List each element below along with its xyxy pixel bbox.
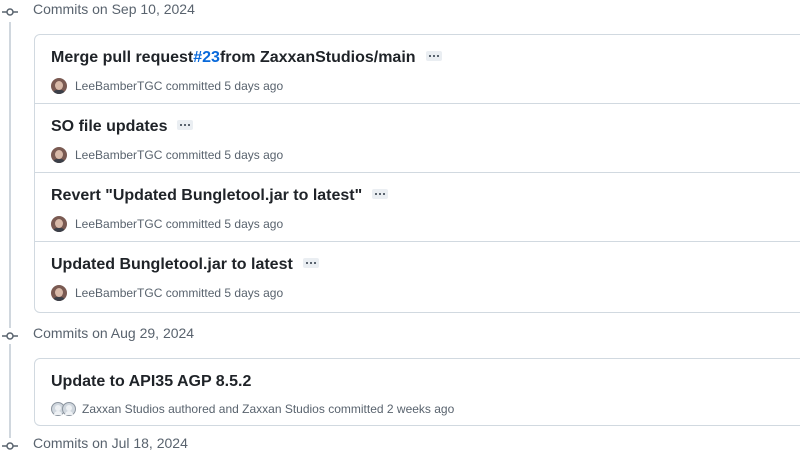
user-avatar[interactable] (51, 147, 67, 163)
commit-meta: LeeBamberTGC committed 5 days ago (51, 78, 283, 94)
commit-row: Merge pull request #23 from ZaxxanStudio… (35, 35, 800, 104)
commit-title-text[interactable]: Update to API35 AGP 8.5.2 (51, 373, 251, 391)
git-commit-icon (0, 328, 20, 344)
commit-action: committed (165, 286, 222, 300)
commit-row: Revert "Updated Bungletool.jar to latest… (35, 173, 800, 242)
commit-title-text[interactable]: Revert "Updated Bungletool.jar to latest… (51, 187, 362, 205)
commit-author[interactable]: LeeBamberTGC (75, 217, 162, 231)
commit-row: SO file updates LeeBamberTGC committed 5… (35, 104, 800, 173)
commit-action: committed (165, 79, 222, 93)
commit-meta: LeeBamberTGC committed 5 days ago (51, 285, 283, 301)
user-avatar[interactable] (62, 402, 76, 416)
commit-group-date: Commits on Sep 10, 2024 (33, 1, 195, 17)
commit-action: committed (165, 148, 222, 162)
commit-list: Update to API35 AGP 8.5.2 Zaxxan Studios… (34, 358, 800, 426)
commit-list: Merge pull request #23 from ZaxxanStudio… (34, 34, 800, 313)
commit-committer[interactable]: Zaxxan Studios (242, 402, 325, 416)
commit-action: committed (328, 402, 384, 416)
commit-title[interactable]: Merge pull request #23 from ZaxxanStudio… (51, 49, 442, 67)
user-avatar[interactable] (51, 216, 67, 232)
commit-title-text[interactable]: SO file updates (51, 118, 167, 136)
commit-title[interactable]: Updated Bungletool.jar to latest (51, 256, 319, 274)
commit-time: 5 days ago (224, 286, 284, 300)
ellipsis-icon[interactable] (302, 258, 319, 268)
commit-meta: LeeBamberTGC committed 5 days ago (51, 216, 283, 232)
user-avatar[interactable] (51, 285, 67, 301)
commit-title[interactable]: Update to API35 AGP 8.5.2 (51, 373, 251, 391)
git-commit-icon (0, 4, 20, 20)
commit-author[interactable]: LeeBamberTGC (75, 286, 162, 300)
commit-author[interactable]: Zaxxan Studios (82, 402, 165, 416)
commit-group-date: Commits on Aug 29, 2024 (33, 325, 195, 341)
commit-author[interactable]: LeeBamberTGC (75, 79, 162, 93)
timeline-line (9, 22, 11, 450)
commit-meta: LeeBamberTGC committed 5 days ago (51, 147, 283, 163)
commit-author[interactable]: LeeBamberTGC (75, 148, 162, 162)
commit-time: 2 weeks ago (386, 402, 455, 416)
commit-title-text[interactable]: Merge pull request (51, 49, 193, 67)
commit-title-text[interactable]: from ZaxxanStudios/main (220, 49, 416, 67)
ellipsis-icon[interactable] (177, 120, 194, 130)
ellipsis-icon[interactable] (372, 189, 389, 199)
commit-title[interactable]: Revert "Updated Bungletool.jar to latest… (51, 187, 389, 205)
commit-row: Update to API35 AGP 8.5.2 Zaxxan Studios… (35, 359, 800, 425)
ellipsis-icon[interactable] (425, 51, 442, 61)
commit-time: 5 days ago (224, 148, 284, 162)
commit-title[interactable]: SO file updates (51, 118, 194, 136)
commit-action: authored and (168, 402, 239, 416)
commit-meta: Zaxxan Studios authored and Zaxxan Studi… (51, 402, 454, 416)
commit-time: 5 days ago (224, 217, 284, 231)
commit-group-date: Commits on Jul 18, 2024 (33, 435, 188, 451)
user-avatar[interactable] (51, 78, 67, 94)
pull-request-link[interactable]: #23 (193, 49, 220, 67)
commit-time: 5 days ago (224, 79, 284, 93)
commit-title-text[interactable]: Updated Bungletool.jar to latest (51, 256, 293, 274)
git-commit-icon (0, 438, 20, 454)
commit-action: committed (165, 217, 222, 231)
commit-row: Updated Bungletool.jar to latest LeeBamb… (35, 242, 800, 311)
